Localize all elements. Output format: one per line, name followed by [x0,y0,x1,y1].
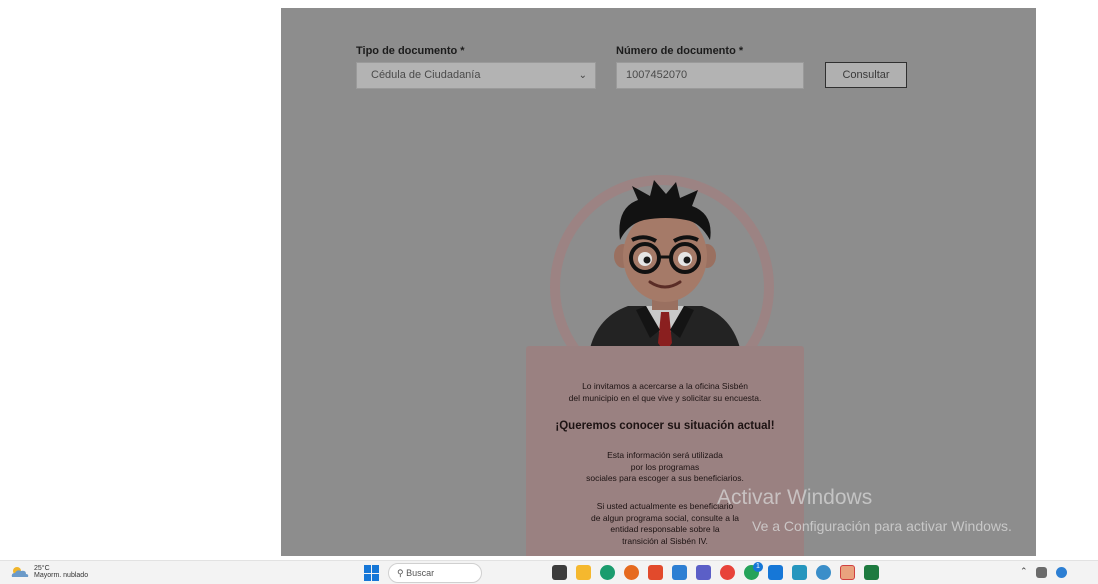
doc-type-value: Cédula de Ciudadanía [371,69,481,81]
taskbar: 25°C Mayorm. nublado ⚲ Buscar 1 ⌃ [0,560,1098,584]
search-placeholder: Buscar [406,568,435,578]
firefox-icon[interactable] [624,565,639,580]
weather-widget[interactable]: 25°C Mayorm. nublado [9,565,88,579]
usage-message: Esta información será utilizada por los … [586,450,744,483]
activation-watermark-title: Activar Windows [717,486,873,509]
chrome-icon[interactable] [720,565,735,580]
cloud-icon [11,567,29,577]
doc-number-input[interactable]: 1007452070 [616,62,804,89]
mail-icon[interactable] [768,565,783,580]
businessman-avatar [588,180,742,358]
invite-message: Lo invitamos a acercarse a la oficina Si… [568,381,762,403]
chrome-profile-icon[interactable] [816,565,831,580]
taskbar-search[interactable]: ⚲ Buscar [388,563,482,583]
weather-description: Mayorm. nublado [34,572,89,579]
start-icon[interactable] [364,565,380,581]
activation-watermark-subtitle: Ve a Configuración para activar Windows. [752,518,1012,534]
edge-icon[interactable] [600,565,615,580]
chevron-up-icon[interactable]: ⌃ [1020,566,1028,577]
brave-icon[interactable] [648,565,663,580]
store-icon[interactable] [792,565,807,580]
doc-number-label: Número de documento * [616,45,744,57]
screen: Tipo de documento * Número de documento … [0,0,1098,584]
consult-button[interactable]: Consultar [825,62,907,88]
whatsapp-badge: 1 [753,562,763,572]
teams-icon[interactable] [696,565,711,580]
tray-app-icon[interactable] [1036,567,1047,578]
sticky-notes-icon[interactable] [840,565,855,580]
file-explorer-icon[interactable] [576,565,591,580]
excel-icon[interactable] [864,565,879,580]
situation-heading: ¡Queremos conocer su situación actual! [555,420,775,432]
doc-type-select[interactable]: Cédula de Ciudadanía ⌄ [356,62,596,89]
whatsapp-icon[interactable]: 1 [744,562,763,580]
doc-type-label: Tipo de documento * [356,45,465,57]
photos-icon[interactable] [672,565,687,580]
task-view-icon[interactable] [552,565,567,580]
weather-temp: 25°C [34,565,50,572]
page-panel: Tipo de documento * Número de documento … [281,8,1036,556]
search-icon: ⚲ [397,568,404,578]
chevron-down-icon: ⌄ [578,70,587,81]
tray-security-icon[interactable] [1056,567,1067,578]
